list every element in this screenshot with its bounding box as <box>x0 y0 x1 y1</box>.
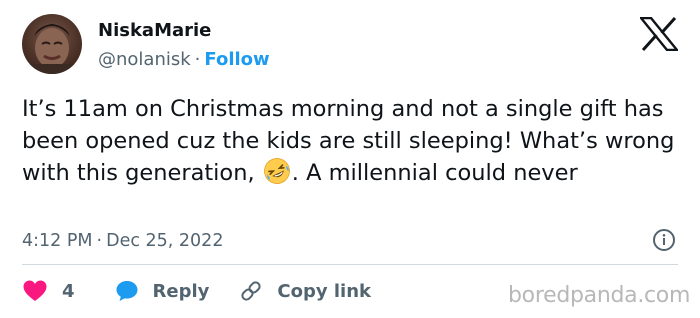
tweet-date: Dec 25, 2022 <box>106 231 224 251</box>
copy-link-button[interactable]: Copy link <box>239 279 371 303</box>
handle-line: @nolanisk · Follow <box>98 47 270 73</box>
speech-bubble-icon <box>115 279 139 303</box>
tweet-card: NiskaMarie @nolanisk · Follow It’s 11am on… <box>0 0 700 318</box>
action-bar: 4 Reply Copy link <box>22 278 371 304</box>
author-handle[interactable]: @nolanisk <box>98 49 191 70</box>
link-icon <box>239 279 263 303</box>
tweet-text: It’s 11am on Christmas morning and not a… <box>22 93 682 189</box>
tweet-time: 4:12 PM <box>22 231 93 251</box>
author-name[interactable]: NiskaMarie <box>98 19 270 43</box>
timestamp[interactable]: 4:12 PM · Dec 25, 2022 <box>22 229 223 253</box>
follow-button[interactable]: Follow <box>204 49 269 70</box>
rolling-on-floor-laughing-emoji-icon <box>263 157 291 185</box>
tweet-text-part-2: . A millennial could never <box>291 160 578 186</box>
like-count: 4 <box>62 280 75 302</box>
like-button[interactable]: 4 <box>22 279 115 303</box>
info-icon[interactable] <box>652 228 676 252</box>
reply-button[interactable]: Reply <box>115 279 240 303</box>
divider <box>22 264 678 265</box>
copy-link-label: Copy link <box>277 280 371 302</box>
reply-label: Reply <box>152 280 210 302</box>
user-info: NiskaMarie @nolanisk · Follow <box>98 19 270 73</box>
watermark: boredpanda.com <box>508 283 691 308</box>
x-logo-icon[interactable] <box>638 16 680 52</box>
avatar[interactable] <box>22 14 82 74</box>
heart-icon <box>22 279 48 303</box>
timestamp-separator: · <box>96 231 103 251</box>
handle-separator: · <box>194 49 201 70</box>
